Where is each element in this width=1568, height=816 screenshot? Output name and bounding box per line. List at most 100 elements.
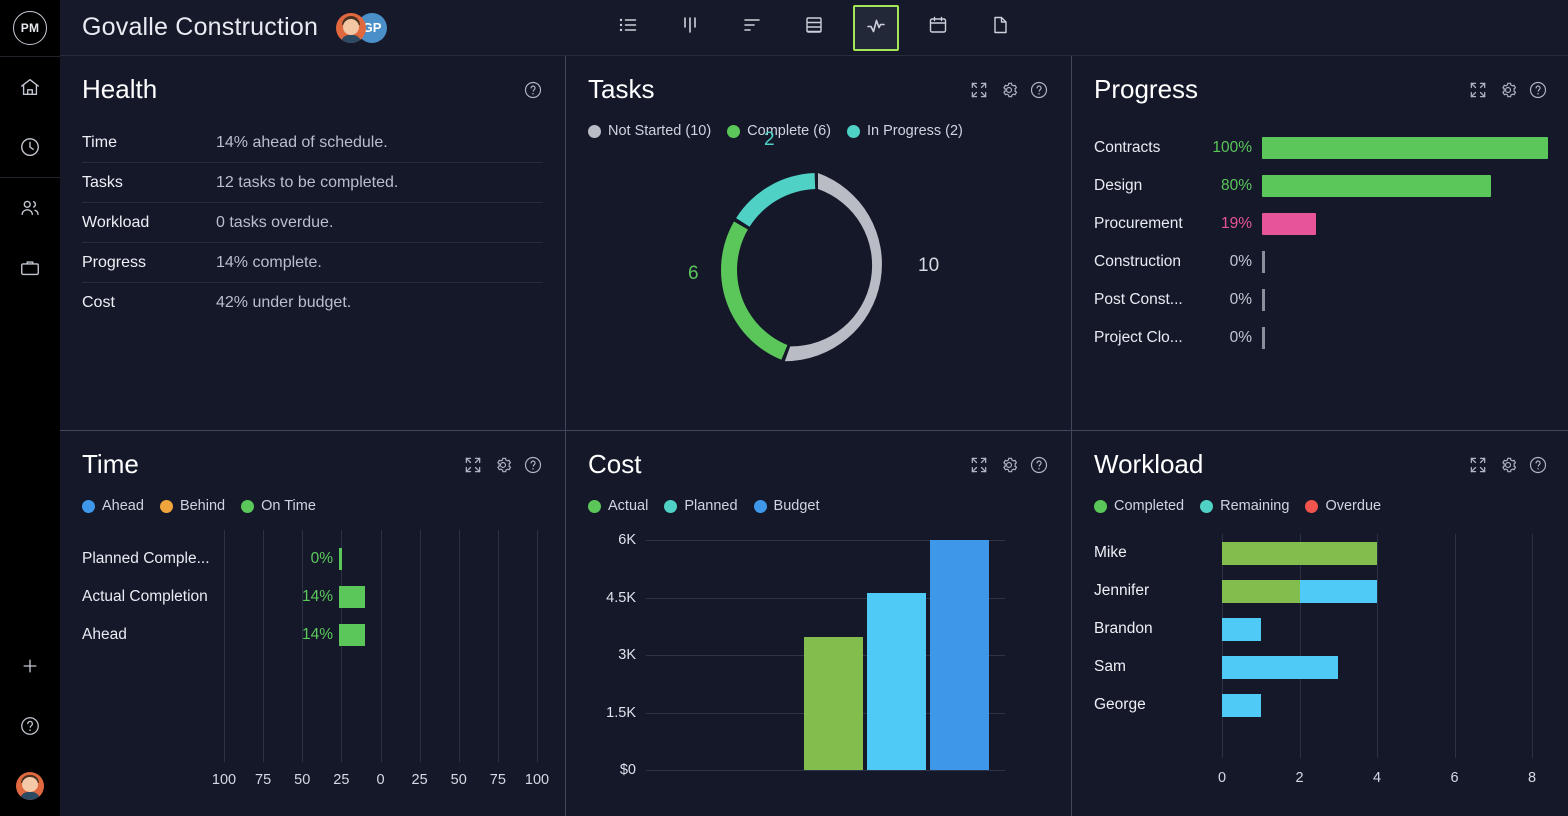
tab-calendar[interactable] — [915, 5, 961, 51]
list-icon — [616, 13, 640, 42]
sidebar-help-button[interactable] — [0, 696, 60, 756]
legend-item[interactable]: On Time — [241, 498, 316, 514]
logo-text: PM — [13, 11, 47, 45]
clock-icon — [19, 136, 41, 158]
card-progress-actions — [1468, 80, 1548, 100]
avatar-member-1[interactable] — [336, 12, 367, 43]
gear-icon[interactable] — [999, 455, 1019, 475]
legend-item[interactable]: Actual — [588, 498, 648, 514]
progress-value: 19% — [1220, 215, 1252, 232]
help-circle-icon[interactable] — [1528, 80, 1548, 100]
workload-label: Sam — [1094, 658, 1126, 675]
axis-tick: 4 — [1372, 770, 1382, 786]
sidebar-item-projects[interactable] — [0, 238, 60, 298]
sidebar-add-button[interactable] — [0, 636, 60, 696]
health-value: 14% ahead of schedule. — [216, 133, 388, 151]
tab-list[interactable] — [605, 5, 651, 51]
page-title: Govalle Construction — [82, 13, 319, 41]
sidebar-item-people[interactable] — [0, 178, 60, 238]
legend-label: Behind — [179, 498, 226, 514]
progress-bar-zero — [1262, 327, 1265, 349]
expand-icon[interactable] — [1468, 455, 1488, 475]
axis-tick: 3K — [618, 647, 636, 663]
tab-sheet[interactable] — [791, 5, 837, 51]
legend-item[interactable]: Remaining — [1200, 498, 1289, 514]
card-progress-header: Progress — [1094, 56, 1548, 109]
sidebar-item-timesheet[interactable] — [0, 117, 60, 177]
progress-value: 80% — [1220, 177, 1252, 194]
progress-row: Project Clo... 0% — [1094, 319, 1548, 357]
donut-label-complete: 6 — [688, 263, 699, 284]
help-circle-icon[interactable] — [523, 455, 543, 475]
axis-tick: 50 — [294, 772, 311, 788]
legend-dot-complete — [727, 124, 741, 138]
member-avatars[interactable]: GP — [336, 12, 388, 43]
tab-pages[interactable] — [977, 5, 1023, 51]
expand-icon[interactable] — [969, 80, 989, 100]
legend-dot-actual — [588, 499, 601, 513]
legend-item[interactable]: In Progress (2) — [846, 123, 963, 139]
legend-item[interactable]: Overdue — [1305, 498, 1381, 514]
progress-row: Design 80% — [1094, 167, 1548, 205]
card-progress: Progress Contracts 100% Design 80% Procu… — [1072, 56, 1568, 430]
legend-label: Completed — [1114, 498, 1185, 514]
progress-row: Procurement 19% — [1094, 205, 1548, 243]
card-tasks: Tasks Not Started (10) Complete (6) In P… — [566, 56, 1071, 430]
legend-item[interactable]: Completed — [1094, 498, 1184, 514]
card-tasks-header: Tasks — [588, 56, 1049, 109]
sidebar-account-avatar[interactable] — [0, 756, 60, 816]
home-icon — [19, 76, 41, 98]
left-sidebar: PM — [0, 0, 60, 816]
progress-row: Contracts 100% — [1094, 129, 1548, 167]
progress-row: Construction 0% — [1094, 243, 1548, 281]
gear-icon[interactable] — [1498, 455, 1518, 475]
workload-row: Sam — [1094, 648, 1532, 686]
gear-icon[interactable] — [1498, 80, 1518, 100]
help-circle-icon[interactable] — [1029, 455, 1049, 475]
health-label: Time — [82, 133, 117, 151]
legend-item[interactable]: Complete (6) — [727, 123, 831, 139]
legend-item[interactable]: Ahead — [82, 498, 144, 514]
workload-seg-remaining — [1222, 693, 1261, 717]
card-health-header: Health — [82, 56, 543, 109]
gear-icon[interactable] — [493, 455, 513, 475]
health-row: Progress 14% complete. — [82, 243, 543, 283]
health-row: Cost 42% under budget. — [82, 283, 543, 323]
axis-tick: 6 — [1450, 770, 1459, 786]
main-area: Govalle Construction GP Health Time 14% … — [60, 0, 1568, 816]
legend-item[interactable]: Not Started (10) — [588, 123, 711, 139]
tab-board[interactable] — [667, 5, 713, 51]
app-root: PM Govalle Construction GP Health Time 1… — [0, 0, 1568, 816]
axis-tick: 6K — [618, 532, 636, 548]
progress-track — [1262, 137, 1548, 159]
help-circle-icon[interactable] — [1029, 80, 1049, 100]
help-circle-icon[interactable] — [1528, 455, 1548, 475]
expand-icon[interactable] — [463, 455, 483, 475]
document-icon — [988, 13, 1012, 42]
legend-dot-completed — [1094, 499, 1107, 513]
health-label: Workload — [82, 213, 150, 231]
cost-gridline: $0 — [620, 762, 1005, 778]
tab-gantt[interactable] — [729, 5, 775, 51]
donut-label-in-progress: 2 — [764, 129, 775, 150]
donut-slice-not-started — [784, 173, 882, 362]
legend-item[interactable]: Behind — [159, 498, 226, 514]
progress-bar — [1262, 213, 1317, 235]
expand-icon[interactable] — [969, 455, 989, 475]
workload-legend: Completed Remaining Overdue — [1094, 498, 1548, 514]
legend-item[interactable]: Planned — [664, 498, 738, 514]
legend-dot-in-progress — [846, 124, 860, 138]
legend-item[interactable]: Budget — [753, 498, 820, 514]
help-circle-icon[interactable] — [523, 80, 543, 100]
progress-track — [1262, 251, 1548, 273]
gear-icon[interactable] — [999, 80, 1019, 100]
expand-icon[interactable] — [1468, 80, 1488, 100]
app-logo[interactable]: PM — [0, 0, 60, 56]
cost-bar-planned — [866, 592, 927, 770]
tab-dashboard[interactable] — [853, 4, 899, 51]
sidebar-item-home[interactable] — [0, 57, 60, 117]
time-bar — [339, 586, 365, 608]
axis-tick: 50 — [450, 772, 467, 788]
axis-tick: 4.5K — [606, 589, 636, 606]
time-bar-zero — [339, 548, 342, 570]
